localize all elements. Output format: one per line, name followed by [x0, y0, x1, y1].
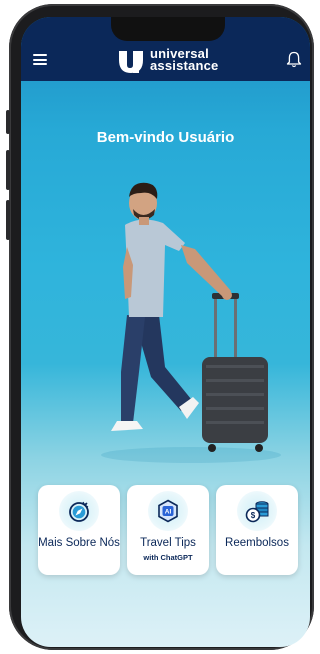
brand-line2: assistance — [150, 58, 219, 73]
traveler-with-suitcase-image — [101, 182, 281, 463]
coins-icon: $ — [245, 501, 269, 523]
svg-text:$: $ — [251, 511, 256, 520]
volume-down-button — [6, 200, 10, 240]
notch — [111, 17, 225, 41]
card-label: Reembolsos — [225, 537, 289, 549]
ai-chip-icon: AI — [158, 499, 178, 523]
universal-assistance-logo-icon — [119, 51, 143, 73]
app-screen: universal assistance Bem-vindo Usuário M… — [21, 17, 310, 647]
card-subtitle: with ChatGPT — [143, 553, 193, 562]
brand-logo: universal assistance — [116, 45, 219, 75]
card-label: Travel Tips — [140, 537, 196, 549]
compass-icon — [69, 501, 89, 522]
card-travel-tips[interactable]: AI Travel Tips with ChatGPT — [127, 485, 209, 575]
welcome-title: Bem-vindo Usuário — [96, 129, 235, 146]
volume-up-button — [6, 150, 10, 190]
card-icon-background — [59, 491, 99, 531]
card-icon-background: AI — [148, 491, 188, 531]
brand-name: universal assistance — [150, 47, 219, 73]
mute-switch — [6, 110, 10, 134]
card-mais-sobre-nos[interactable]: Mais Sobre Nós — [38, 485, 120, 575]
notification-bell-icon[interactable] — [286, 51, 302, 68]
card-label: Mais Sobre Nós — [38, 537, 120, 549]
quick-actions: Mais Sobre Nós AI Travel Tips with ChatG… — [38, 485, 298, 575]
card-reembolsos[interactable]: $ Reembolsos — [216, 485, 298, 575]
svg-text:AI: AI — [165, 509, 172, 516]
card-icon-background: $ — [237, 491, 277, 531]
hamburger-menu-icon[interactable] — [33, 54, 47, 65]
